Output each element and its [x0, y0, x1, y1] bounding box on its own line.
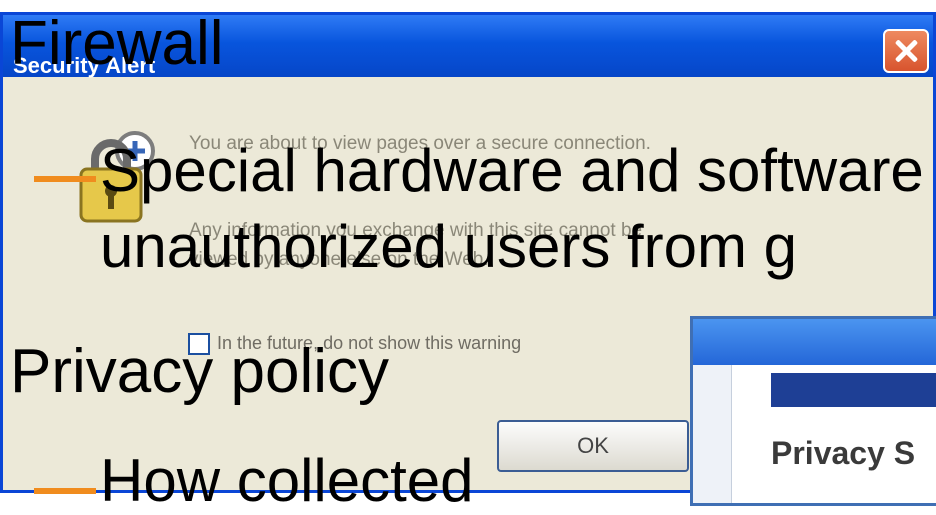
privacy-window: Privacy S	[690, 316, 936, 506]
privacy-window-heading: Privacy S	[771, 435, 916, 471]
privacy-window-banner	[771, 373, 936, 407]
ok-button[interactable]: OK	[497, 420, 689, 472]
dash-icon	[34, 176, 96, 182]
bullet-privacy-policy: Privacy policy	[10, 337, 389, 406]
privacy-window-sidebar	[693, 365, 732, 503]
close-icon[interactable]	[883, 29, 929, 73]
sub-bullet-firewall-line2: unauthorized users from g	[100, 213, 798, 280]
privacy-window-title-bar[interactable]	[693, 319, 936, 365]
sub-bullet-firewall-line1: Special hardware and software	[100, 137, 924, 204]
sub-bullet-how-collected: How collected	[100, 447, 474, 514]
bullet-firewall: Firewall	[10, 9, 224, 78]
dash-icon	[34, 488, 96, 494]
